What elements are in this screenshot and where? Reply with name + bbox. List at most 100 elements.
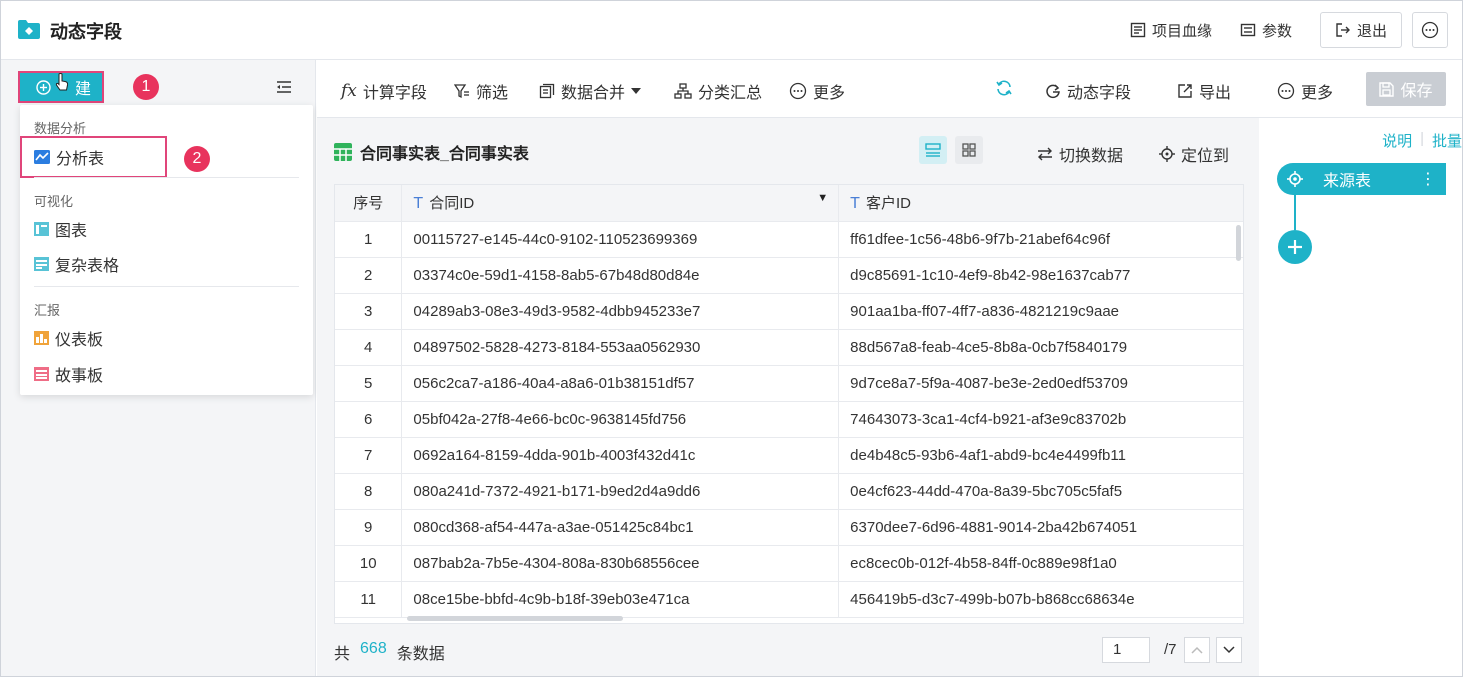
menu-group-visualization: 可视化: [34, 194, 74, 209]
cell-contract-id[interactable]: 08ce15be-bbfd-4c9b-b18f-39eb03e471ca: [401, 581, 840, 618]
flow-connector: [1294, 195, 1296, 230]
cell-contract-id[interactable]: 087bab2a-7b5e-4304-808a-830b68556cee: [401, 545, 840, 582]
cell-contract-id[interactable]: 080cd368-af54-447a-a3ae-051425c84bc1: [401, 509, 840, 546]
table-row[interactable]: 10 087bab2a-7b5e-4304-808a-830b68556cee ec…: [335, 545, 1243, 582]
more-button-right[interactable]: 更多: [1277, 79, 1333, 103]
column-header-index[interactable]: 序号: [335, 185, 403, 222]
cell-index[interactable]: 1: [335, 221, 403, 258]
cell-customer-id[interactable]: 74643073-3ca1-4cf4-b921-af3e9c83702b: [838, 401, 1243, 438]
cell-customer-id[interactable]: 901aa1ba-ff07-4ff7-a836-4821219c9aae: [838, 293, 1243, 330]
cell-contract-id[interactable]: 056c2ca7-a186-40a4-a8a6-01b38151df57: [401, 365, 840, 402]
list-view-icon: [925, 143, 941, 157]
menu-item-complex-table[interactable]: 复杂表格: [34, 252, 119, 276]
calc-field-button[interactable]: fx 计算字段: [341, 79, 427, 103]
menu-item-dashboard[interactable]: 仪表板: [34, 326, 103, 350]
table-row[interactable]: 11 08ce15be-bbfd-4c9b-b18f-39eb03e471ca 45…: [335, 581, 1243, 618]
locate-button[interactable]: 定位到: [1159, 142, 1229, 166]
cell-contract-id[interactable]: 04289ab3-08e3-49d3-9582-4dbb945233e7: [401, 293, 840, 330]
params-label: 参数: [1261, 22, 1292, 40]
cell-index[interactable]: 5: [335, 365, 403, 402]
cell-customer-id[interactable]: de4b48c5-93b6-4af1-abd9-bc4e4499fb11: [838, 437, 1243, 474]
column-header-customer-id-label: 客户ID: [865, 195, 911, 213]
table-row[interactable]: 7 0692a164-8159-4dda-901b-4003f432d41c de4…: [335, 437, 1243, 474]
table-row[interactable]: 8 080a241d-7372-4921-b171-b9ed2d4a9dd6 0e4…: [335, 473, 1243, 510]
chevron-up-icon: [1191, 646, 1203, 654]
cell-customer-id[interactable]: 9d7ce8a7-5f9a-4087-be3e-2ed0edf53709: [838, 365, 1243, 402]
calc-field-label: 计算字段: [362, 85, 427, 102]
cell-index[interactable]: 8: [335, 473, 403, 510]
table-row[interactable]: 9 080cd368-af54-447a-a3ae-051425c84bc1 637…: [335, 509, 1243, 546]
cell-contract-id[interactable]: 0692a164-8159-4dda-901b-4003f432d41c: [401, 437, 840, 474]
menu-group-data-analysis: 数据分析: [34, 121, 87, 136]
table-row[interactable]: 3 04289ab3-08e3-49d3-9582-4dbb945233e7 901…: [335, 293, 1243, 330]
column-header-contract-id[interactable]: T 合同ID ▼: [401, 185, 840, 222]
table-row[interactable]: 2 03374c0e-59d1-4158-8ab5-67b48d80d84e d9c…: [335, 257, 1243, 294]
cell-customer-id[interactable]: 6370dee7-6d96-4881-9014-2ba42b674051: [838, 509, 1243, 546]
folder-icon: [18, 20, 40, 39]
cell-index[interactable]: 2: [335, 257, 403, 294]
cell-index[interactable]: 3: [335, 293, 403, 330]
more-right-label: 更多: [1301, 85, 1334, 102]
storyboard-icon: [34, 367, 49, 381]
more-menu-button[interactable]: [1412, 12, 1448, 48]
params-link[interactable]: 参数: [1240, 12, 1292, 48]
node-kebab-icon[interactable]: ⋮: [1420, 169, 1436, 189]
merge-icon: [539, 83, 555, 99]
cell-customer-id[interactable]: 88d567a8-feab-4ce5-8b8a-0cb7f5840179: [838, 329, 1243, 366]
list-view-toggle[interactable]: [919, 136, 947, 164]
add-step-button[interactable]: [1278, 230, 1312, 264]
toolbar-more-button[interactable]: 更多: [789, 79, 845, 103]
cell-customer-id[interactable]: ff61dfee-1c56-48b6-9f7b-21abef64c96f: [838, 221, 1243, 258]
table-icon: [334, 143, 352, 161]
next-page-button[interactable]: [1216, 637, 1242, 663]
cell-index[interactable]: 9: [335, 509, 403, 546]
hand-cursor-icon: [55, 73, 69, 91]
cell-contract-id[interactable]: 04897502-5828-4273-8184-553aa0562930: [401, 329, 840, 366]
filter-button[interactable]: 筛选: [454, 79, 508, 103]
table-row[interactable]: 6 05bf042a-27f8-4e66-bc0c-9638145fd756 746…: [335, 401, 1243, 438]
dynamic-field-button[interactable]: 动态字段: [1045, 79, 1131, 103]
table-row[interactable]: 4 04897502-5828-4273-8184-553aa0562930 88d…: [335, 329, 1243, 366]
ellipsis-circle-icon: [1277, 82, 1295, 100]
menu-item-storyboard[interactable]: 故事板: [34, 362, 103, 386]
explain-link[interactable]: 说明: [1382, 130, 1412, 151]
cell-index[interactable]: 4: [335, 329, 403, 366]
exit-button[interactable]: 退出: [1319, 12, 1402, 48]
cell-index[interactable]: 6: [335, 401, 403, 438]
prev-page-button[interactable]: [1184, 637, 1210, 663]
horizontal-scrollbar[interactable]: [407, 616, 623, 621]
table-header-row: 序号 T 合同ID ▼ T 客户ID: [335, 185, 1243, 222]
source-table-node[interactable]: 来源表 ⋮: [1277, 163, 1446, 195]
cell-contract-id[interactable]: 05bf042a-27f8-4e66-bc0c-9638145fd756: [401, 401, 840, 438]
table-row[interactable]: 1 00115727-e145-44c0-9102-110523699369 ff6…: [335, 221, 1243, 258]
menu-item-chart[interactable]: 图表: [34, 217, 87, 241]
cell-contract-id[interactable]: 00115727-e145-44c0-9102-110523699369: [401, 221, 840, 258]
app-window: 动态字段 项目血缘 参数 退出 建 1 数据分析 分析表 2 可视化 图表 复杂…: [0, 0, 1463, 677]
cell-customer-id[interactable]: 456419b5-d3c7-499b-b07b-b868cc68634e: [838, 581, 1243, 618]
cell-customer-id[interactable]: ec8cec0b-012f-4b58-84ff-0c889e98f1a0: [838, 545, 1243, 582]
collapse-panel-icon[interactable]: [276, 80, 292, 94]
cell-customer-id[interactable]: 0e4cf623-44dd-470a-8a39-5bc705c5faf5: [838, 473, 1243, 510]
group-summary-button[interactable]: 分类汇总: [674, 79, 762, 103]
page-number-input[interactable]: 1: [1102, 637, 1150, 663]
table-row[interactable]: 5 056c2ca7-a186-40a4-a8a6-01b38151df57 9d7…: [335, 365, 1243, 402]
cell-index[interactable]: 11: [335, 581, 403, 618]
refresh-button[interactable]: [995, 79, 1013, 97]
export-button[interactable]: 导出: [1177, 79, 1231, 103]
save-button[interactable]: 保存: [1366, 72, 1446, 106]
column-header-customer-id[interactable]: T 客户ID: [838, 185, 1243, 222]
new-button[interactable]: 建: [18, 71, 104, 103]
cell-contract-id[interactable]: 080a241d-7372-4921-b171-b9ed2d4a9dd6: [401, 473, 840, 510]
cell-customer-id[interactable]: d9c85691-1c10-4ef9-8b42-98e1637cab77: [838, 257, 1243, 294]
vertical-scrollbar[interactable]: [1236, 225, 1241, 261]
cell-contract-id[interactable]: 03374c0e-59d1-4158-8ab5-67b48d80d84e: [401, 257, 840, 294]
grid-view-toggle[interactable]: [955, 136, 983, 164]
cell-index[interactable]: 10: [335, 545, 403, 582]
data-merge-button[interactable]: 数据合并: [539, 79, 642, 103]
column-menu-caret-icon[interactable]: ▼: [817, 192, 828, 204]
cell-index[interactable]: 7: [335, 437, 403, 474]
batch-link[interactable]: 批量: [1432, 130, 1462, 151]
filter-icon: [454, 84, 469, 99]
switch-data-button[interactable]: 切换数据: [1037, 142, 1123, 166]
lineage-link[interactable]: 项目血缘: [1130, 12, 1212, 48]
